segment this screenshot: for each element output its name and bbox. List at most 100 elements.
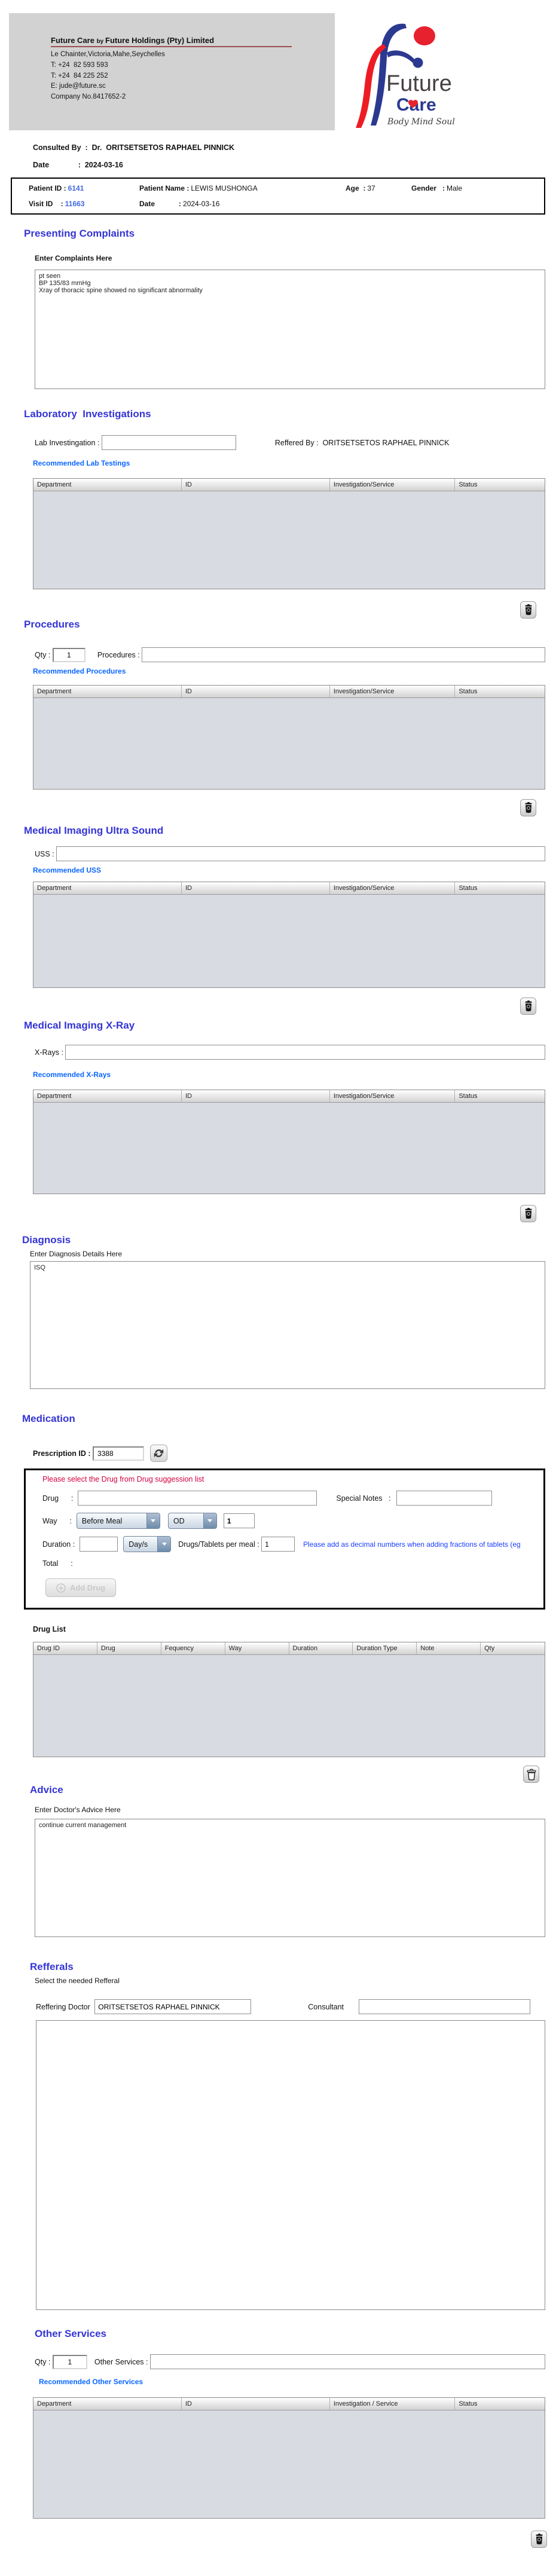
drug-label: Drug :: [42, 1494, 74, 1503]
clear-lab-button[interactable]: [520, 601, 536, 619]
way-label: Way :: [42, 1516, 72, 1525]
company-title-by: by: [96, 38, 106, 45]
procedures-table-body[interactable]: [33, 698, 545, 789]
recommended-lab-testings-link[interactable]: Recommended Lab Testings: [33, 459, 130, 467]
consult-date-label: Date :: [33, 161, 85, 169]
referral-list-box[interactable]: [36, 2020, 545, 2310]
trash-outline-icon: [526, 1769, 536, 1780]
xray-table-body[interactable]: [33, 1103, 545, 1194]
add-drug-button[interactable]: Add Drug: [45, 1578, 116, 1597]
age-label: Age :: [346, 184, 366, 192]
patient-name-label: Patient Name :: [139, 184, 190, 192]
xray-col-id: ID: [182, 1090, 330, 1102]
xray-col-department: Department: [33, 1090, 182, 1102]
clear-other-services-button[interactable]: [531, 2531, 547, 2548]
other-services-row: Qty : Other Services :: [35, 2354, 556, 2369]
times-input[interactable]: [223, 1513, 255, 1528]
advice-textarea[interactable]: continue current management: [35, 1819, 545, 1937]
way-select[interactable]: Before Meal: [76, 1513, 160, 1529]
procedures-input[interactable]: [142, 647, 545, 662]
visit-id-value: 11663: [65, 200, 85, 208]
drug-col-id: Drug ID: [33, 1642, 97, 1654]
uss-col-id: ID: [182, 882, 330, 894]
lab-table-body[interactable]: [33, 491, 545, 589]
trash-icon: [525, 1208, 531, 1219]
drug-col-note: Note: [417, 1642, 481, 1654]
patient-info-box: Patient ID :6141 Patient Name : LEWIS MUS…: [11, 178, 545, 215]
company-title-main: Future Care: [51, 36, 97, 45]
diagnosis-label: Enter Diagnosis Details Here: [30, 1250, 123, 1258]
company-number: Company No.8417652-2: [51, 93, 126, 101]
complaints-textarea[interactable]: pt seen BP 135/83 mmHg Xray of thoracic …: [35, 270, 545, 389]
uss-input[interactable]: [56, 846, 545, 861]
recommended-xray-link[interactable]: Recommended X-Rays: [33, 1070, 111, 1079]
patient-id-label: Patient ID :: [29, 184, 66, 192]
trash-icon: [536, 2534, 542, 2545]
duration-row: Duration : Day/s Drugs/Tablets per meal …: [42, 1536, 543, 1552]
recommended-procedures-link[interactable]: Recommended Procedures: [33, 667, 126, 675]
xray-row: X-Rays :: [35, 1045, 556, 1060]
clear-drug-list-button[interactable]: [523, 1766, 539, 1783]
prescription-id-input[interactable]: [93, 1446, 145, 1461]
consultant-input[interactable]: [359, 1999, 531, 2014]
duration-type-select[interactable]: Day/s: [123, 1536, 172, 1552]
other-services-table-header: Department ID Investigation / Service St…: [33, 2398, 545, 2410]
other-services-input[interactable]: [149, 2354, 545, 2369]
prescription-id-label: Prescription ID :: [33, 1449, 93, 1458]
lab-investigation-input[interactable]: [101, 435, 236, 450]
dropdown-arrow-icon: [146, 1513, 160, 1528]
diagnosis-textarea[interactable]: ISQ: [30, 1261, 545, 1389]
referrals-subtitle: Select the needed Refferal: [35, 1977, 120, 1985]
referrals-title: Refferals: [30, 1961, 74, 1972]
visit-date-label: Date :: [139, 200, 182, 208]
duration-input[interactable]: [80, 1537, 118, 1552]
drug-list-body[interactable]: [33, 1655, 545, 1757]
recommended-uss-link[interactable]: Recommended USS: [33, 866, 101, 874]
other-services-table-body[interactable]: [33, 2410, 545, 2518]
uss-table-body[interactable]: [33, 895, 545, 987]
referring-doctor-input[interactable]: [94, 1999, 252, 2014]
uss-row: USS :: [35, 846, 556, 861]
xray-table-header: Department ID Investigation/Service Stat…: [33, 1090, 545, 1103]
xray-table: Department ID Investigation/Service Stat…: [33, 1090, 545, 1194]
uss-table: Department ID Investigation/Service Stat…: [33, 882, 545, 988]
per-meal-input[interactable]: [261, 1537, 295, 1552]
lab-col-department: Department: [33, 479, 182, 491]
consulted-by-row: Consulted By : Dr. ORITSETSETOS RAPHAEL …: [33, 143, 556, 152]
way-row: Way : Before Meal OD: [42, 1513, 543, 1529]
drug-col-qty: Qty: [484, 1645, 495, 1652]
procedures-row: Qty : Procedures :: [35, 647, 556, 662]
recommended-other-services-link[interactable]: Recommended Other Services: [39, 2378, 143, 2386]
xray-input[interactable]: [65, 1045, 545, 1060]
complaints-label: Enter Complaints Here: [35, 254, 112, 262]
per-meal-label: Drugs/Tablets per meal :: [178, 1540, 262, 1549]
ultrasound-title: Medical Imaging Ultra Sound: [24, 825, 164, 836]
drug-list-header: Drug ID Drug Fequency Way Duration Durat…: [33, 1642, 545, 1655]
letterhead: Future Care by Future Holdings (Pty) Lim…: [9, 13, 489, 130]
clear-xray-button[interactable]: [520, 1205, 536, 1222]
uss-col-department: Department: [33, 882, 182, 894]
fraction-note: Please add as decimal numbers when addin…: [303, 1540, 521, 1549]
lab-investigation-row: Lab Investingation : Reffered By : ORITS…: [35, 435, 556, 450]
trash-icon: [525, 802, 531, 813]
drug-input[interactable]: [78, 1491, 317, 1506]
uss-label: USS :: [35, 849, 57, 858]
other-services-qty-label: Qty :: [35, 2357, 53, 2366]
frequency-select[interactable]: OD: [167, 1513, 217, 1529]
drug-list-table: Drug ID Drug Fequency Way Duration Durat…: [33, 1642, 545, 1757]
refresh-prescription-button[interactable]: [150, 1445, 168, 1462]
procedures-table-header: Department ID Investigation/Service Stat…: [33, 686, 545, 698]
consultant-label: Consultant: [308, 2002, 344, 2011]
uss-col-status: Status: [459, 885, 478, 892]
clear-uss-button[interactable]: [520, 998, 536, 1015]
diagnosis-title: Diagnosis: [22, 1234, 71, 1246]
clear-procedures-button[interactable]: [520, 799, 536, 816]
special-notes-input[interactable]: [396, 1491, 493, 1506]
referring-doctor-label: Reffering Doctor: [36, 2002, 93, 2011]
procedures-qty-input[interactable]: [52, 647, 85, 662]
other-services-qty-input[interactable]: [52, 2354, 87, 2369]
dropdown-arrow-icon: [157, 1537, 171, 1552]
duration-type-selected-value: Day/s: [129, 1540, 148, 1549]
lab-col-status: Status: [459, 481, 478, 488]
lab-investigation-label: Lab Investingation :: [35, 438, 102, 447]
